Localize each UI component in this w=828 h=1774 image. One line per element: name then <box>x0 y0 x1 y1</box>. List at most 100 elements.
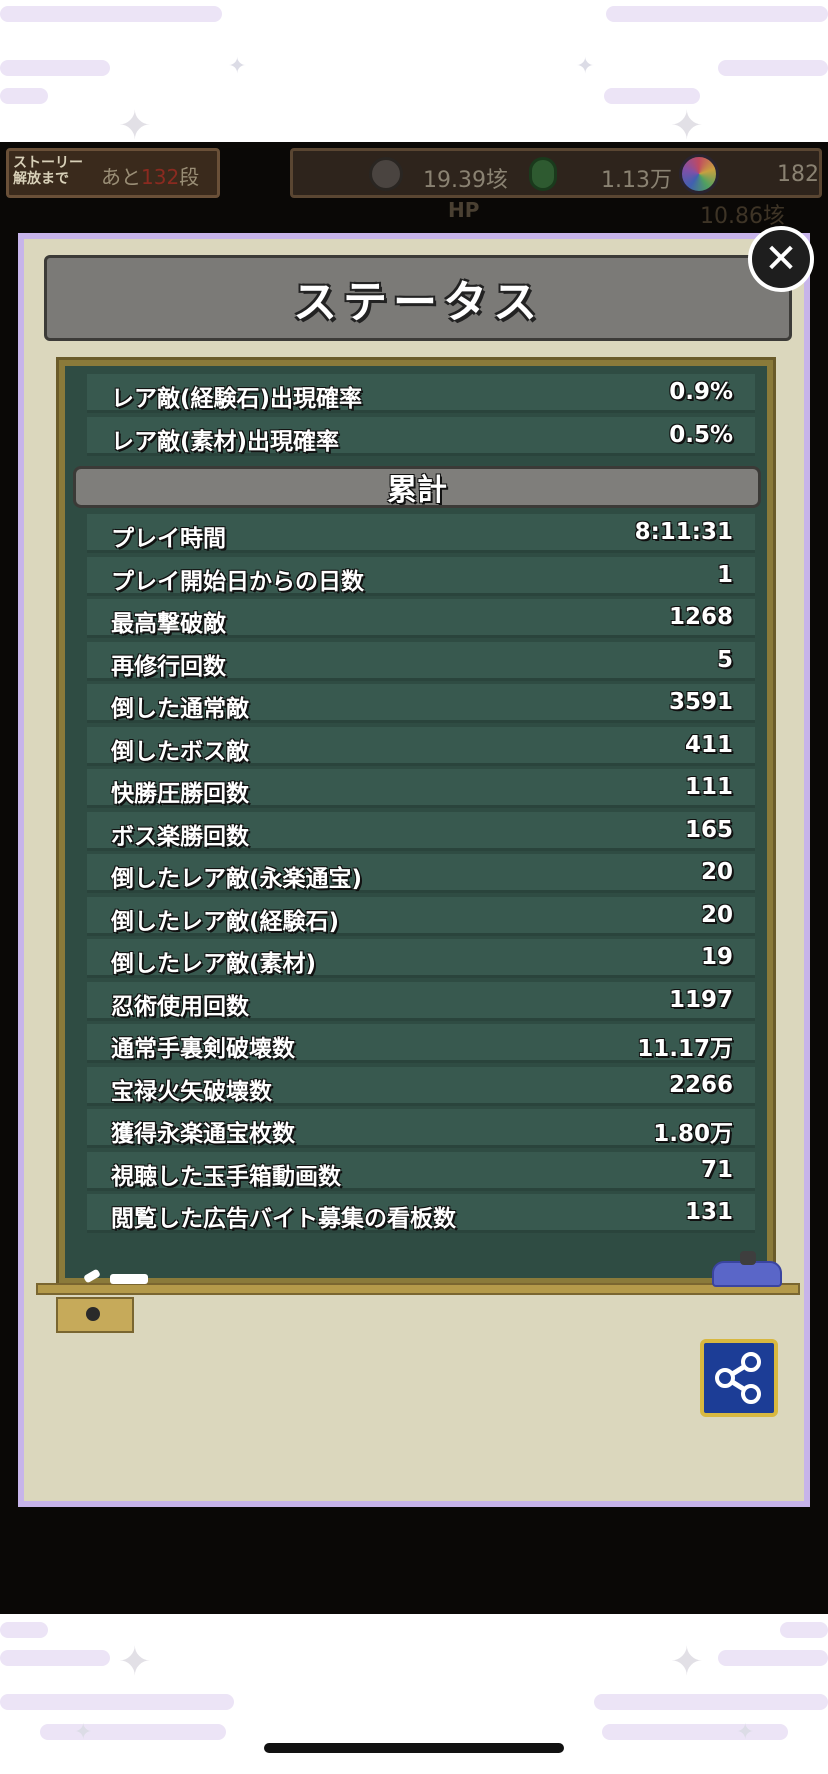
panel-title: ステータス <box>293 277 543 328</box>
stat-row: 閲覧した広告バイト募集の看板数 131 <box>87 1194 755 1233</box>
stat-row: レア敵(素材)出現確率 0.5% <box>87 416 755 456</box>
story-remain-suffix: 段 <box>179 165 200 189</box>
stat-row: ボス楽勝回数 165 <box>87 811 755 851</box>
stat-row: 最高撃破敵 1268 <box>87 599 755 638</box>
stat-value: 131 <box>684 1199 733 1225</box>
stat-row: 倒したレア敵(素材) 19 <box>87 939 755 978</box>
stat-label: 倒したボス敵 <box>111 738 249 765</box>
stat-row: 視聴した玉手箱動画数 71 <box>87 1151 755 1191</box>
shuriken-star-icon: ✦ <box>74 1720 93 1745</box>
stat-row: 通常手裏剣破壊数 11.17万 <box>87 1024 755 1063</box>
story-remain-prefix: あと <box>101 165 141 189</box>
green-gem-icon <box>529 157 557 191</box>
cloud-stripe <box>594 1694 828 1710</box>
stat-value: 411 <box>684 731 733 758</box>
stat-row: 倒したボス敵 411 <box>87 726 755 766</box>
stat-label: 獲得永楽通宝枚数 <box>111 1121 295 1147</box>
stat-label: 再修行回数 <box>111 653 226 680</box>
story-label-line2: 解放まで <box>13 171 69 187</box>
shuriken-star-icon: ✦ <box>670 103 704 142</box>
stat-row: 倒したレア敵(経験石) 20 <box>87 896 755 936</box>
shuriken-star-icon: ✦ <box>736 1720 755 1745</box>
stat-label: 倒したレア敵(素材) <box>111 951 317 977</box>
chalkboard-frame: レア敵(経験石)出現確率 0.9% レア敵(素材)出現確率 0.5% 累計 プレイ時間… <box>56 357 776 1287</box>
stat-row: 快勝圧勝回数 111 <box>87 769 755 808</box>
stat-value: 111 <box>684 774 733 800</box>
cloud-stripe <box>718 1650 828 1666</box>
stat-value: 1 <box>716 561 733 588</box>
stat-label: 倒したレア敵(経験石) <box>111 908 340 935</box>
decorative-header-band: ✦ ✦ ✦ ✦ <box>0 0 828 142</box>
stat-label: レア敵(経験石)出現確率 <box>111 386 363 412</box>
stat-value: 71 <box>700 1156 733 1183</box>
stat-label: 視聴した玉手箱動画数 <box>111 1163 341 1190</box>
rainbow-gem-icon <box>679 154 719 194</box>
cloud-stripe <box>0 88 48 104</box>
coin-amount: 19.39垓 <box>423 168 508 193</box>
cloud-stripe <box>0 1622 48 1638</box>
stat-label: 閲覧した広告バイト募集の看板数 <box>111 1206 456 1232</box>
stat-value: 1268 <box>668 604 733 630</box>
stat-label: 忍術使用回数 <box>111 993 249 1020</box>
stat-value: 20 <box>700 859 733 885</box>
coin-icon <box>369 157 403 191</box>
stat-label: 快勝圧勝回数 <box>111 781 249 807</box>
stat-value: 0.9% <box>669 379 733 405</box>
shuriken-star-icon: ✦ <box>118 1639 152 1685</box>
close-icon: ✕ <box>764 236 798 282</box>
cloud-stripe <box>780 1622 828 1638</box>
stat-row: 忍術使用回数 1197 <box>87 981 755 1021</box>
story-unlock-counter: ストーリー 解放まで あと132段 <box>6 148 220 198</box>
stat-value: 20 <box>700 901 733 928</box>
share-icon <box>715 1352 761 1404</box>
stat-value: 3591 <box>668 689 733 715</box>
stat-label: 宝禄火矢破壊数 <box>111 1078 272 1105</box>
chalk-piece <box>110 1274 148 1284</box>
stat-value: 165 <box>684 816 733 843</box>
cloud-stripe <box>602 1724 788 1740</box>
cloud-stripe <box>40 1724 226 1740</box>
cloud-stripe <box>604 88 700 104</box>
stat-label: プレイ時間 <box>111 526 226 552</box>
hp-label: HP <box>448 198 480 222</box>
cloud-stripe <box>0 6 222 22</box>
cloud-stripe <box>0 1694 234 1710</box>
shuriken-star-icon: ✦ <box>576 54 595 79</box>
stat-value: 1.80万 <box>653 1121 733 1147</box>
stat-value: 19 <box>700 944 733 970</box>
panel-title-bar: ステータス <box>44 255 792 341</box>
stat-label: 最高撃破敵 <box>111 611 226 637</box>
eraser-handle <box>740 1251 756 1265</box>
share-button[interactable] <box>700 1339 778 1417</box>
section-header-total: 累計 <box>73 466 761 508</box>
stat-row: 倒した通常敵 3591 <box>87 684 755 723</box>
stat-label: ボス楽勝回数 <box>111 823 249 850</box>
hp-value: 10.86垓 <box>700 204 785 229</box>
home-indicator[interactable] <box>264 1743 564 1753</box>
stat-row: プレイ開始日からの日数 1 <box>87 556 755 596</box>
chalkboard: レア敵(経験石)出現確率 0.9% レア敵(素材)出現確率 0.5% 累計 プレイ時間… <box>65 366 767 1278</box>
stat-row: 再修行回数 5 <box>87 641 755 681</box>
stat-label: 倒したレア敵(永楽通宝) <box>111 866 363 892</box>
stat-value: 11.17万 <box>637 1036 733 1062</box>
story-remaining-floors: あと132段 <box>101 161 199 190</box>
cloud-stripe <box>718 60 828 76</box>
stat-value: 5 <box>716 646 733 673</box>
close-button[interactable]: ✕ <box>748 226 814 292</box>
stat-label: 通常手裏剣破壊数 <box>111 1036 295 1062</box>
shuriken-star-icon: ✦ <box>670 1639 704 1685</box>
cloud-stripe <box>606 6 828 22</box>
chalkboard-ledge <box>36 1283 800 1295</box>
rainbow-gem-amount: 182 <box>777 162 819 187</box>
green-gem-amount: 1.13万 <box>601 168 672 193</box>
stat-value: 8:11:31 <box>634 519 733 545</box>
stat-row: プレイ時間 8:11:31 <box>87 514 755 553</box>
shuriken-star-icon: ✦ <box>118 103 152 142</box>
stat-label: レア敵(素材)出現確率 <box>111 428 340 455</box>
chalk-box-hole <box>86 1307 100 1321</box>
cloud-stripe <box>0 60 110 76</box>
stat-value: 0.5% <box>669 421 733 448</box>
stat-row: レア敵(経験石)出現確率 0.9% <box>87 374 755 413</box>
story-label-line1: ストーリー <box>13 155 83 171</box>
stat-value: 2266 <box>668 1071 733 1098</box>
